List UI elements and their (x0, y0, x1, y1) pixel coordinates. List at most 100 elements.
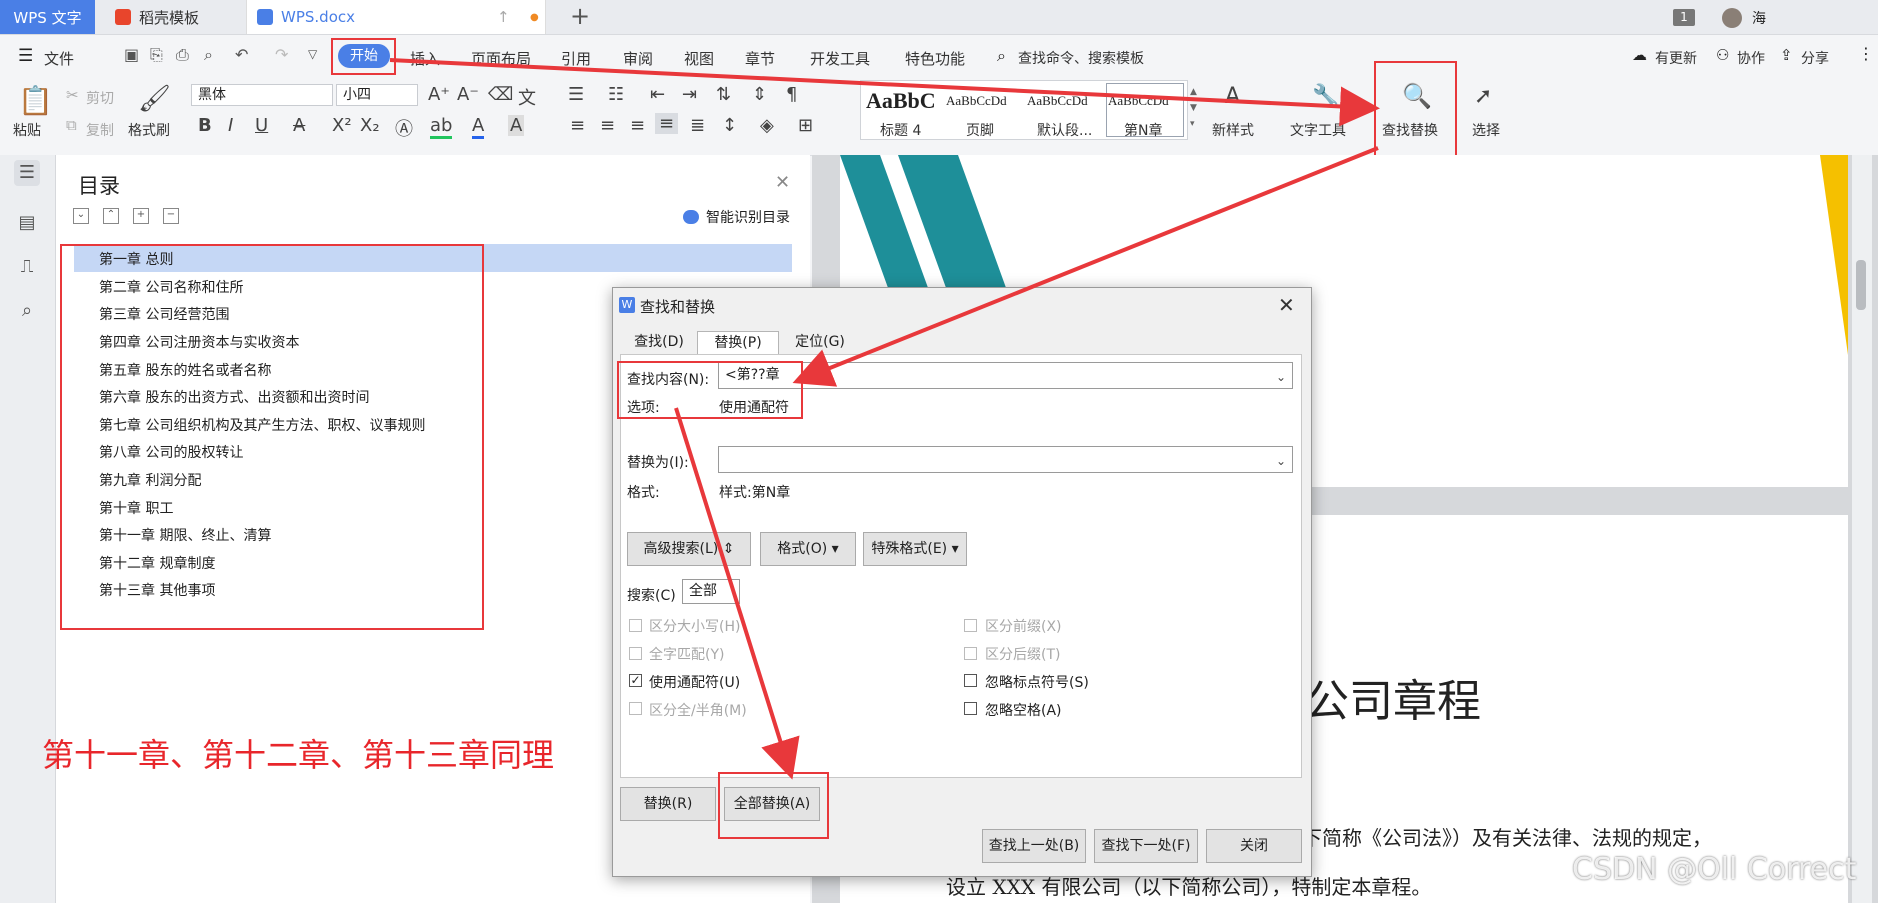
underline-icon[interactable]: U (255, 115, 268, 136)
replace-input[interactable] (718, 446, 1293, 473)
more-icon[interactable]: ⋮ (1858, 44, 1874, 63)
toc-item[interactable]: 第六章 股东的出资方式、出资额和出资时间 (99, 387, 369, 407)
window-count-badge[interactable]: 1 (1673, 9, 1695, 26)
tab-template[interactable]: 稻壳模板 (103, 0, 241, 34)
select-button[interactable]: 选择 (1472, 120, 1500, 140)
suffix-checkbox[interactable] (964, 647, 977, 660)
style-footer-label[interactable]: 页脚 (966, 120, 994, 140)
grow-font-icon[interactable]: A⁺ (428, 84, 450, 105)
text-effect-icon[interactable]: Ⓐ (395, 115, 413, 141)
copy-icon[interactable]: ⧉ (66, 116, 77, 134)
menu-page-layout[interactable]: 页面布局 (471, 48, 531, 69)
italic-icon[interactable]: I (228, 115, 233, 136)
strikethrough-icon[interactable]: A (293, 115, 305, 136)
tab-wps-writer[interactable]: WPS 文字 (0, 0, 95, 34)
chevron-down-icon[interactable]: ⌄ (1276, 454, 1286, 468)
export-pdf-icon[interactable]: ⎘ (150, 45, 163, 65)
format-painter-button[interactable]: 格式刷 (128, 120, 170, 140)
increase-indent-icon[interactable]: ⇥ (682, 84, 697, 105)
bookmark-icon[interactable]: ⎍ (14, 254, 40, 280)
half-full-checkbox[interactable] (629, 702, 642, 715)
new-style-icon[interactable]: A (1225, 84, 1240, 109)
tab-find[interactable]: 查找(D) (624, 331, 694, 354)
replace-all-button[interactable]: 全部替换(A) (724, 787, 820, 821)
paste-button[interactable]: 粘贴 (13, 120, 41, 140)
font-size-select[interactable]: 小四 (336, 84, 418, 106)
find-replace-button[interactable]: 查找替换 (1382, 120, 1438, 140)
remove-icon[interactable]: − (163, 208, 179, 224)
shading-icon[interactable]: ◈ (760, 115, 774, 136)
copy-button[interactable]: 复制 (86, 120, 114, 140)
toc-item[interactable]: 第四章 公司注册资本与实收资本 (99, 332, 299, 352)
menu-start[interactable]: 开始 (338, 44, 390, 68)
tab-goto[interactable]: 定位(G) (784, 331, 856, 354)
redo-icon[interactable]: ↷ (275, 45, 288, 64)
toc-item[interactable]: 第五章 股东的姓名或者名称 (99, 360, 271, 380)
chinese-layout-icon[interactable]: ⇅ (716, 84, 731, 105)
whole-word-checkbox[interactable] (629, 647, 642, 660)
scrollbar-thumb[interactable] (1856, 260, 1866, 310)
cut-button[interactable]: 剪切 (86, 88, 114, 108)
save-icon[interactable]: ▣ (124, 45, 139, 64)
search-scope-select[interactable]: 全部 (682, 579, 740, 604)
style-default-label[interactable]: 默认段... (1037, 120, 1092, 140)
toc-item[interactable]: 第七章 公司组织机构及其产生方法、职权、议事规则 (99, 415, 425, 435)
text-tools-button[interactable]: 文字工具 (1290, 120, 1346, 140)
subscript-icon[interactable]: X₂ (360, 115, 380, 136)
print-icon[interactable]: ⎙ (176, 45, 189, 65)
style-footer-sample[interactable]: AaBbCcDd (946, 93, 1007, 109)
expand-icon[interactable]: ⌃ (103, 208, 119, 224)
toc-item[interactable]: 第八章 公司的股权转让 (99, 442, 243, 462)
match-case-checkbox[interactable] (629, 619, 642, 632)
hamburger-icon[interactable]: ☰ (18, 46, 33, 66)
style-h4-label[interactable]: 标题 4 (880, 120, 921, 140)
special-format-button[interactable]: 特殊格式(E) ▾ (863, 532, 967, 566)
tab-replace[interactable]: 替换(P) (697, 331, 779, 355)
pointer-icon[interactable]: ➚ (1474, 84, 1492, 109)
collab-button[interactable]: 协作 (1737, 48, 1765, 68)
find-next-button[interactable]: 查找下一处(F) (1094, 829, 1198, 863)
format-button[interactable]: 格式(O) ▾ (760, 532, 856, 566)
share-button[interactable]: 分享 (1801, 48, 1829, 68)
ignore-space-checkbox[interactable] (964, 702, 977, 715)
toc-item[interactable]: 第十章 职工 (99, 498, 173, 518)
collapse-icon[interactable]: ⌄ (73, 208, 89, 224)
replace-button[interactable]: 替换(R) (620, 787, 716, 821)
style-chapter-sample[interactable]: AaBbCcDd (1108, 93, 1169, 109)
line-spacing-icon[interactable]: ↕ (722, 115, 737, 136)
new-style-button[interactable]: 新样式 (1212, 120, 1254, 140)
pin-icon[interactable]: ↑ (497, 8, 510, 26)
paste-icon[interactable]: 📋 (18, 84, 53, 117)
smart-toc-button[interactable]: 智能识别目录 (706, 207, 790, 227)
toc-item[interactable]: 第十三章 其他事项 (99, 580, 215, 600)
clear-format-icon[interactable]: ⌫ (488, 84, 513, 105)
find-replace-icon[interactable]: 🔍 (1402, 82, 1432, 110)
phonetic-icon[interactable]: 文 (518, 84, 536, 110)
menu-insert[interactable]: 插入 (410, 48, 440, 69)
find-previous-button[interactable]: 查找上一处(B) (982, 829, 1086, 863)
chevron-down-icon[interactable]: ⌄ (1276, 370, 1286, 384)
shrink-font-icon[interactable]: A⁻ (457, 84, 479, 105)
align-left-icon[interactable]: ≡ (570, 115, 585, 136)
toc-item[interactable]: 第二章 公司名称和住所 (99, 277, 243, 297)
decrease-indent-icon[interactable]: ⇤ (650, 84, 665, 105)
menu-features[interactable]: 特色功能 (905, 48, 965, 69)
menu-section[interactable]: 章节 (745, 48, 775, 69)
prefix-checkbox[interactable] (964, 619, 977, 632)
show-marks-icon[interactable]: ¶ (786, 84, 797, 105)
bold-icon[interactable]: B (198, 115, 212, 136)
menu-references[interactable]: 引用 (561, 48, 591, 69)
close-button[interactable]: 关闭 (1206, 829, 1302, 863)
justify-icon[interactable]: ≡ (655, 113, 679, 134)
wildcards-checkbox[interactable]: ✓ (629, 674, 642, 687)
command-search[interactable]: 查找命令、搜索模板 (1018, 48, 1144, 68)
align-right-icon[interactable]: ≡ (630, 115, 645, 136)
menu-developer[interactable]: 开发工具 (810, 48, 870, 69)
style-default-sample[interactable]: AaBbCcDd (1027, 93, 1088, 109)
bullet-list-icon[interactable]: ☰ (568, 84, 584, 105)
avatar[interactable] (1722, 8, 1742, 28)
cut-icon[interactable]: ✂ (66, 86, 79, 104)
sort-icon[interactable]: ⇕ (752, 84, 767, 105)
toc-item[interactable]: 第十二章 规章制度 (99, 553, 215, 573)
chapter-nav-icon[interactable]: ▤ (14, 210, 40, 236)
